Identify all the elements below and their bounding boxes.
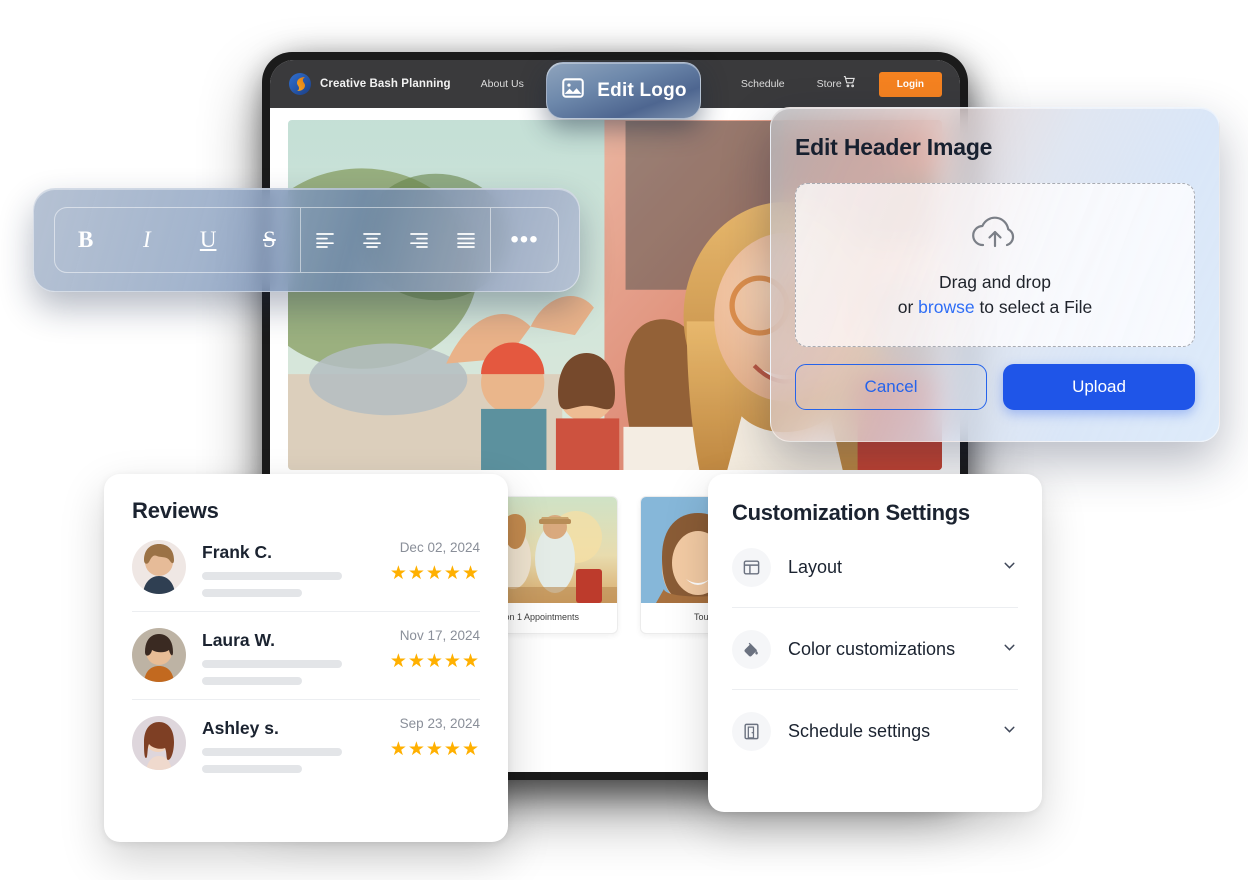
layout-panel-icon [732,548,771,587]
review-row: Ashley s. Sep 23, 2024 ★★★★★ [132,699,480,787]
review-meta: Sep 23, 2024 ★★★★★ [365,716,480,761]
shopping-cart-icon[interactable] [842,74,857,94]
star-rating: ★★★★★ [389,739,480,760]
review-meta: Nov 17, 2024 ★★★★★ [365,628,480,673]
customization-title: Customization Settings [732,500,970,525]
nav-link-store[interactable]: Store [817,78,842,90]
screenshot-root: Creative Bash Planning About Us Schedule… [0,0,1248,880]
avatar [132,628,186,682]
text-align-group [300,208,490,272]
avatar [132,716,186,770]
text-format-toolbar: B I U S ••• [33,188,580,292]
dialog-actions: Cancel Upload [795,364,1195,410]
strikethrough-button[interactable]: S [252,223,286,257]
more-options-group: ••• [490,208,558,272]
setting-label: Schedule settings [788,721,931,741]
cloud-upload-icon [969,213,1021,258]
review-body: Laura W. [202,628,349,685]
avatar [132,540,186,594]
nav-link-schedule[interactable]: Schedule [741,78,785,90]
cancel-button[interactable]: Cancel [795,364,988,410]
reviewer-name: Laura W. [202,630,275,650]
dialog-title: Edit Header Image [795,134,993,160]
review-date: Nov 17, 2024 [399,628,480,643]
file-dropzone[interactable]: Drag and drop or browse to select a File [795,183,1195,347]
reviewer-name: Ashley s. [202,718,279,738]
align-right-icon[interactable] [402,223,436,257]
align-left-icon[interactable] [308,223,342,257]
star-rating: ★★★★★ [389,651,480,672]
align-center-icon[interactable] [355,223,389,257]
edit-logo-button[interactable]: Edit Logo [546,62,701,119]
review-row: Frank C. Dec 02, 2024 ★★★★★ [132,524,480,611]
align-justify-icon[interactable] [449,223,483,257]
review-text-placeholder [202,572,342,580]
chevron-down-icon[interactable] [1001,557,1018,579]
text-style-group: B I U S [55,208,300,272]
setting-label: Layout [788,557,843,577]
upload-button[interactable]: Upload [1003,364,1195,410]
navbar-right: Login [842,71,942,97]
edit-logo-label: Edit Logo [597,79,687,101]
login-button[interactable]: Login [878,71,942,97]
setting-row-schedule-settings[interactable]: Schedule settings [732,689,1018,771]
dropzone-suffix: to select a File [974,296,1093,317]
swirl-s-logo-icon [288,72,312,96]
paint-bucket-icon [732,630,771,669]
underline-button[interactable]: U [191,223,225,257]
dropzone-line-1: Drag and drop [939,271,1051,292]
italic-button[interactable]: I [130,223,164,257]
setting-row-color-customizations[interactable]: Color customizations [732,607,1018,689]
bold-button[interactable]: B [69,223,103,257]
star-rating: ★★★★★ [389,563,480,584]
review-text-placeholder [202,748,342,756]
review-text-placeholder [202,660,342,668]
review-date: Sep 23, 2024 [399,716,480,731]
image-icon [560,75,586,106]
browse-link[interactable]: browse [918,297,974,317]
setting-label: Color customizations [788,639,956,659]
review-row: Laura W. Nov 17, 2024 ★★★★★ [132,611,480,699]
text-format-toolbar-inner: B I U S ••• [54,207,559,273]
review-body: Frank C. [202,540,349,597]
review-meta: Dec 02, 2024 ★★★★★ [365,540,480,585]
setting-row-layout[interactable]: Layout [732,526,1018,607]
more-horizontal-icon[interactable]: ••• [508,223,542,257]
customization-settings-card: Customization Settings Layout Color cust [708,474,1042,812]
brand[interactable]: Creative Bash Planning [288,72,451,96]
review-text-placeholder [202,765,302,773]
dropzone-line-2: or browse to select a File [898,297,1093,318]
review-date: Dec 02, 2024 [399,540,480,555]
door-icon [732,712,771,751]
chevron-down-icon[interactable] [1001,721,1018,743]
edit-header-image-dialog: Edit Header Image Drag and drop or brows… [770,107,1220,442]
dropzone-prefix: or [897,296,919,317]
reviewer-name: Frank C. [202,542,273,562]
review-body: Ashley s. [202,716,349,773]
nav-link-about-us[interactable]: About Us [481,78,524,90]
reviews-card: Reviews Frank C. Dec 02, 2024 ★★★★★ Laur… [104,474,508,842]
reviews-title: Reviews [132,498,219,523]
chevron-down-icon[interactable] [1001,639,1018,661]
brand-name: Creative Bash Planning [320,78,451,90]
review-text-placeholder [202,589,302,597]
review-text-placeholder [202,677,302,685]
